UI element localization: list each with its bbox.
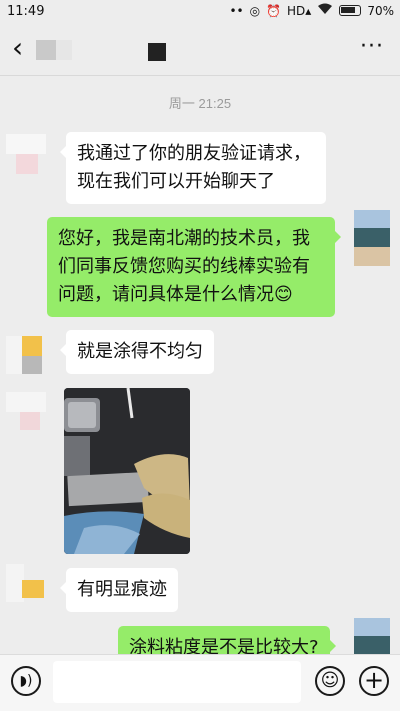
self-avatar[interactable] (354, 210, 390, 266)
signal-icon: HD▴ (287, 3, 312, 18)
contact-name-redacted-2 (56, 40, 72, 60)
alarm-icon: ⏰ (266, 3, 282, 18)
plus-icon[interactable]: + (359, 666, 389, 696)
voice-icon[interactable]: ◗) (11, 666, 41, 696)
wifi-icon (317, 3, 333, 18)
contact-name-block (148, 43, 166, 61)
avatar[interactable] (6, 564, 46, 604)
message-bubble-incoming[interactable]: 我通过了你的朋友验证请求，现在我们可以开始聊天了 (60, 132, 326, 204)
avatar[interactable] (6, 336, 46, 376)
chat-header: ‹ ··· (0, 24, 400, 76)
message-input[interactable] (53, 661, 301, 703)
more-button[interactable]: ··· (360, 34, 384, 59)
avatar[interactable] (6, 134, 46, 174)
message-photo[interactable] (64, 388, 190, 554)
emoji-icon[interactable]: ☺ (315, 666, 345, 696)
battery-icon (339, 5, 362, 16)
message-bubble-incoming[interactable]: 有明显痕迹 (60, 568, 178, 612)
chat-timestamp: 周一 21:25 (168, 96, 232, 111)
sync-icon: ◎ (249, 3, 261, 18)
input-bar: ◗) ☺ + (0, 654, 400, 711)
chevron-left-icon[interactable]: ‹ (12, 34, 23, 62)
status-time: 11:49 (7, 4, 45, 19)
dots-icon: •• (229, 3, 244, 18)
battery-percent: 70% (367, 3, 394, 18)
status-bar: 11:49 •• ◎ ⏰ HD▴ 70% (0, 0, 400, 24)
avatar[interactable] (6, 392, 46, 432)
message-bubble-incoming[interactable]: 就是涂得不均匀 (60, 330, 214, 374)
message-bubble-outgoing[interactable]: 您好，我是南北潮的技术员，我们同事反馈您购买的线棒实验有问题，请问具体是什么情况… (47, 217, 341, 317)
status-icons: •• ◎ ⏰ HD▴ 70% (229, 3, 394, 18)
contact-name-redacted (36, 40, 56, 60)
